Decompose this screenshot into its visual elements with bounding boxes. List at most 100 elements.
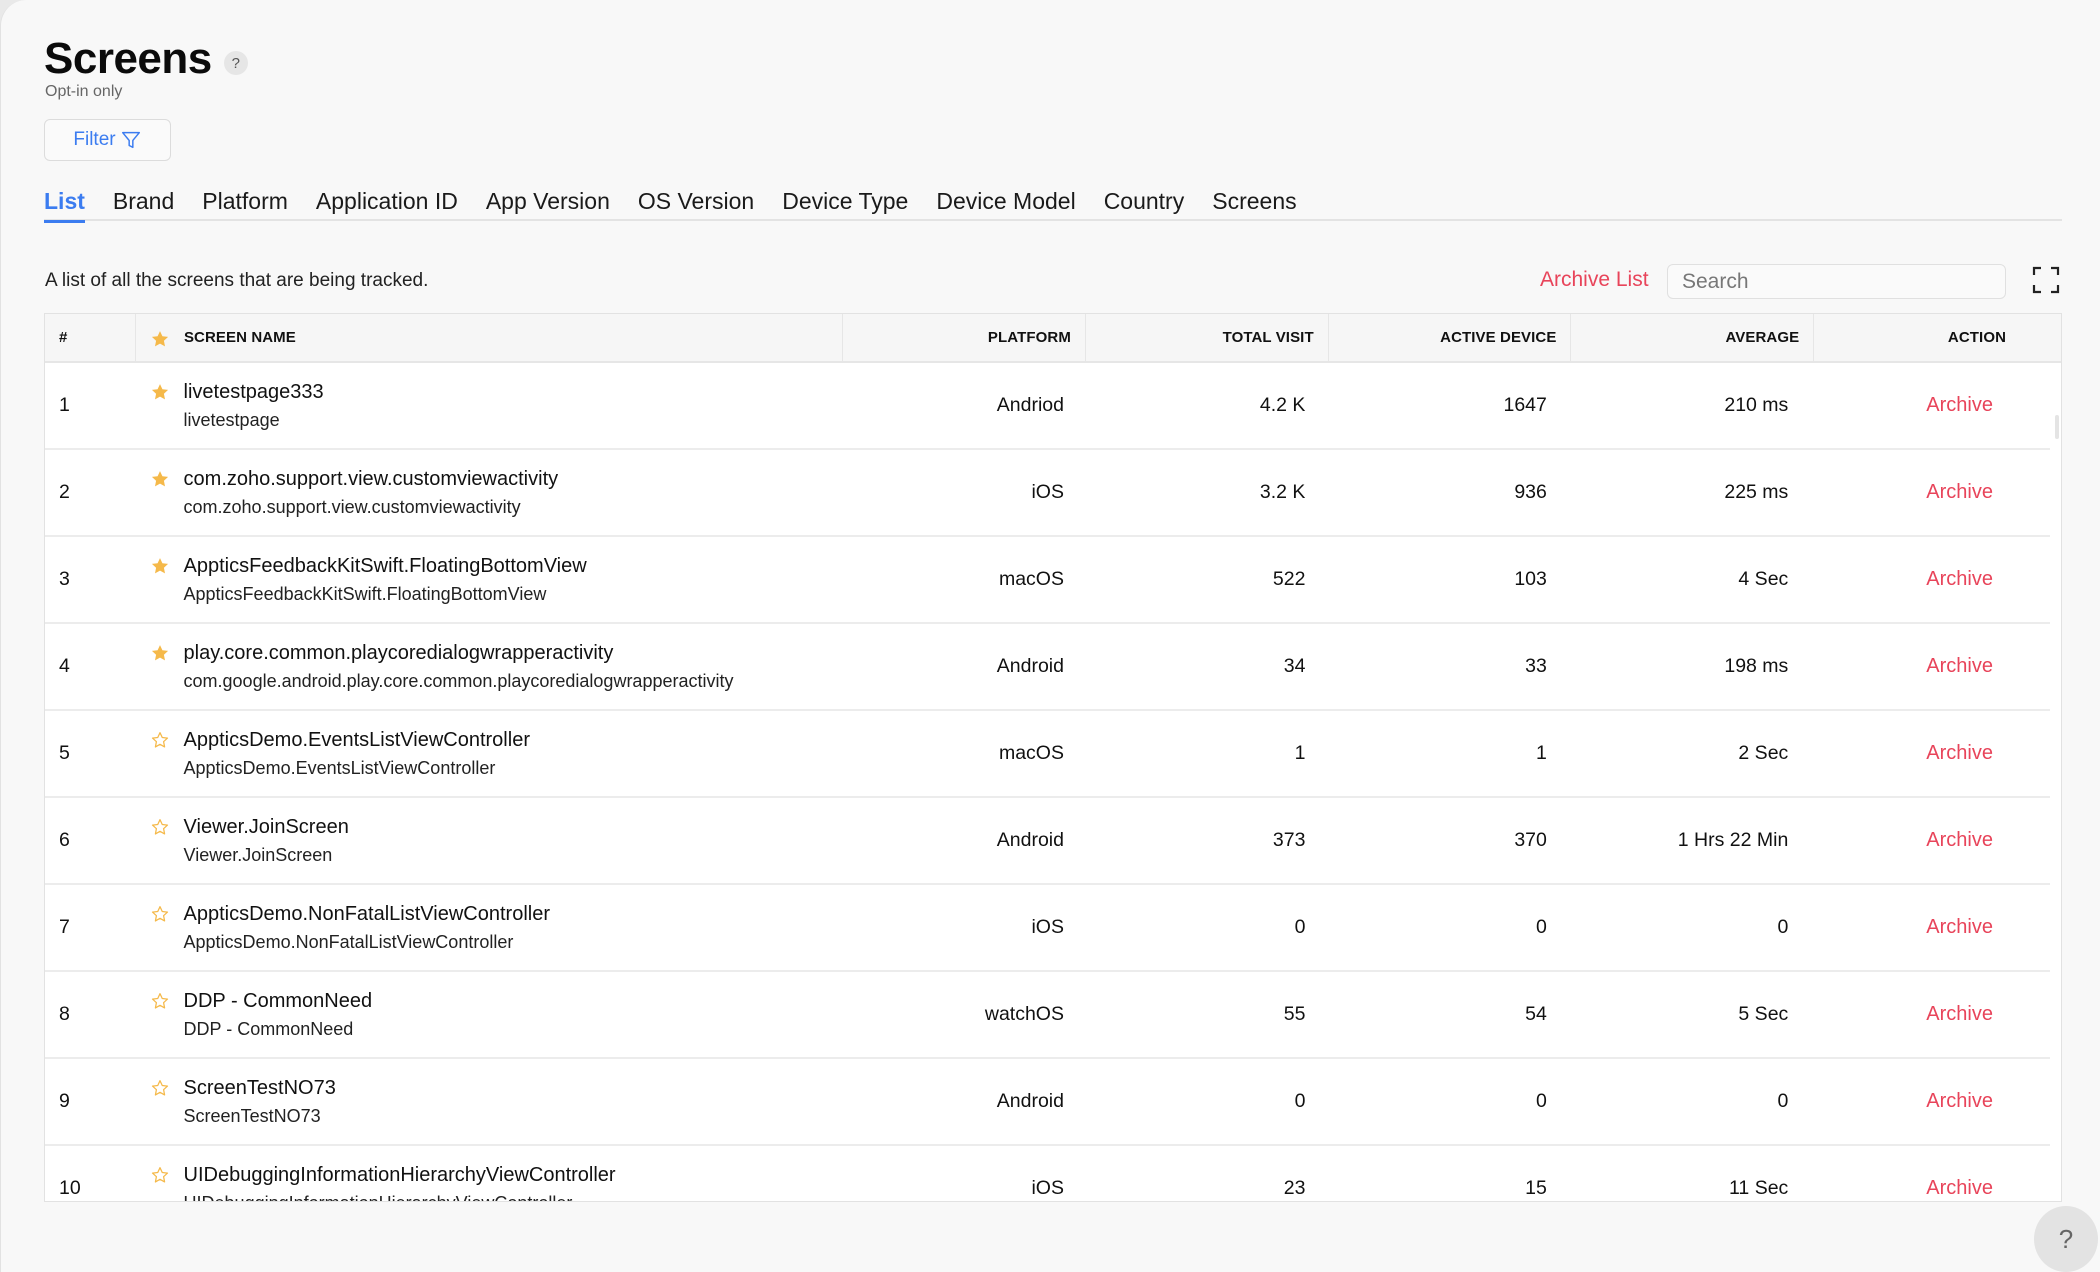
tab-device-type[interactable]: Device Type — [782, 188, 908, 221]
archive-button[interactable]: Archive — [1926, 1003, 1993, 1026]
column-header-platform[interactable]: PLATFORM — [843, 314, 1086, 361]
screen-name[interactable]: com.zoho.support.view.customviewactivity — [184, 467, 559, 491]
archive-button[interactable]: Archive — [1926, 829, 1993, 852]
star-filled-icon[interactable] — [150, 556, 170, 576]
row-number: 5 — [59, 742, 70, 764]
total-visit-cell: 1 — [1294, 742, 1306, 764]
screen-name-cell: play.core.common.playcoredialogwrapperac… — [136, 624, 839, 709]
active-device-cell: 370 — [1514, 829, 1547, 851]
screen-class-name: livetestpage — [183, 410, 280, 430]
table-row[interactable]: 8 DDP - CommonNeed DDP - CommonNeed watchOS… — [45, 972, 2050, 1059]
archive-button[interactable]: Archive — [1926, 1090, 1993, 1113]
archive-button[interactable]: Archive — [1926, 568, 1993, 591]
screen-name[interactable]: AppticsDemo.EventsListViewController — [184, 728, 530, 752]
column-header-screen-name[interactable]: SCREEN NAME — [136, 314, 844, 361]
table-description: A list of all the screens that are being… — [45, 270, 429, 291]
star-filled-icon[interactable] — [150, 643, 170, 663]
screen-class-name: AppticsDemo.EventsListViewController — [183, 758, 496, 778]
screen-names: AppticsDemo.NonFatalListViewController Ap… — [184, 902, 550, 954]
table-row[interactable]: 6 Viewer.JoinScreen Viewer.JoinScreen Andro… — [45, 798, 2050, 885]
table-row[interactable]: 7 AppticsDemo.NonFatalListViewController A… — [45, 885, 2050, 972]
page-title: Screens — [44, 34, 212, 83]
screen-name[interactable]: DDP - CommonNeed — [184, 989, 373, 1013]
screen-name[interactable]: Viewer.JoinScreen — [184, 815, 349, 839]
screen-name-cell: livetestpage333 livetestpage — [136, 363, 839, 448]
archive-button[interactable]: Archive — [1926, 742, 1993, 765]
table-row[interactable]: 4 play.core.common.playcoredialogwrappera… — [45, 624, 2050, 711]
active-device-cell: 15 — [1525, 1177, 1547, 1199]
column-header-active-device[interactable]: ACTIVE DEVICE — [1329, 314, 1572, 361]
table-row[interactable]: 2 com.zoho.support.view.customviewactivit… — [45, 450, 2050, 537]
screen-name[interactable]: AppticsFeedbackKitSwift.FloatingBottomVi… — [184, 554, 587, 578]
tab-brand[interactable]: Brand — [113, 188, 174, 221]
tab-os-version[interactable]: OS Version — [638, 188, 754, 221]
star-outline-icon[interactable] — [150, 991, 170, 1011]
table-row[interactable]: 3 AppticsFeedbackKitSwift.FloatingBottomV… — [45, 537, 2050, 624]
table-scrollbar[interactable] — [2050, 363, 2061, 1201]
tab-screens[interactable]: Screens — [1212, 188, 1296, 221]
table-body: 1 livetestpage333 livetestpage Andriod 4.2 K… — [45, 363, 2050, 1201]
table-row[interactable]: 9 ScreenTestNO73 ScreenTestNO73 Android 0 0 0 A… — [45, 1059, 2050, 1146]
fullscreen-button[interactable] — [2031, 265, 2061, 295]
active-device-cell: 0 — [1536, 1090, 1547, 1112]
column-header-number: # — [45, 314, 136, 361]
action-cell: Archive — [1804, 1059, 2050, 1144]
star-outline-icon[interactable] — [150, 1078, 170, 1098]
tab-list[interactable]: List — [44, 188, 85, 223]
archive-button[interactable]: Archive — [1926, 655, 1993, 678]
screens-table: # SCREEN NAME PLATFORM TOTAL VISIT ACTIV… — [44, 313, 2062, 1202]
table-row[interactable]: 10 UIDebuggingInformationHierarchyViewCon… — [45, 1146, 2050, 1201]
title-row: Screens ? — [44, 34, 248, 84]
tab-application-id[interactable]: Application ID — [316, 188, 458, 221]
column-header-average[interactable]: AVERAGE — [1571, 314, 1815, 361]
screen-name[interactable]: ScreenTestNO73 — [184, 1076, 336, 1100]
archive-button[interactable]: Archive — [1926, 394, 1993, 417]
action-cell: Archive — [1804, 624, 2050, 709]
screen-name[interactable]: UIDebuggingInformationHierarchyViewContr… — [184, 1163, 616, 1187]
screen-names: livetestpage333 livetestpage — [184, 380, 324, 432]
archive-button[interactable]: Archive — [1926, 1177, 1993, 1200]
archive-button[interactable]: Archive — [1926, 916, 1993, 939]
star-outline-icon[interactable] — [150, 817, 170, 837]
tab-app-version[interactable]: App Version — [486, 188, 610, 221]
screen-names: play.core.common.playcoredialogwrapperac… — [184, 641, 734, 693]
screen-class-name: AppticsDemo.NonFatalListViewController — [183, 932, 514, 952]
row-number: 10 — [59, 1177, 81, 1199]
scrollbar-thumb[interactable] — [2055, 415, 2059, 439]
help-fab-button[interactable]: ? — [2034, 1206, 2098, 1272]
row-number: 2 — [59, 481, 70, 503]
star-outline-icon[interactable] — [150, 730, 170, 750]
tab-country[interactable]: Country — [1104, 188, 1185, 221]
screen-name[interactable]: AppticsDemo.NonFatalListViewController — [184, 902, 550, 926]
screen-names: UIDebuggingInformationHierarchyViewContr… — [184, 1163, 616, 1201]
archive-list-link[interactable]: Archive List — [1540, 268, 1649, 292]
tab-platform[interactable]: Platform — [202, 188, 288, 221]
screen-name[interactable]: livetestpage333 — [184, 380, 324, 404]
screen-names: Viewer.JoinScreen Viewer.JoinScreen — [184, 815, 349, 867]
screen-name-cell: AppticsDemo.EventsListViewController Appt… — [136, 711, 839, 796]
tab-device-model[interactable]: Device Model — [936, 188, 1075, 221]
help-icon[interactable]: ? — [223, 51, 248, 75]
table-row[interactable]: 1 livetestpage333 livetestpage Andriod 4.2 K… — [45, 363, 2050, 450]
archive-button[interactable]: Archive — [1926, 481, 1993, 504]
table-row[interactable]: 5 AppticsDemo.EventsListViewController App… — [45, 711, 2050, 798]
total-visit-cell: 23 — [1283, 1177, 1306, 1199]
search-input[interactable] — [1667, 264, 2006, 299]
screen-name[interactable]: play.core.common.playcoredialogwrapperac… — [184, 641, 734, 665]
star-filled-icon[interactable] — [150, 382, 170, 402]
platform-cell: iOS — [1031, 481, 1064, 503]
column-header-total-visit[interactable]: TOTAL VISIT — [1086, 314, 1329, 361]
star-filled-icon[interactable] — [150, 469, 170, 489]
action-cell: Archive — [1804, 885, 2050, 970]
screen-name-cell: com.zoho.support.view.customviewactivity… — [136, 450, 839, 535]
row-number: 1 — [59, 394, 70, 416]
star-outline-icon[interactable] — [150, 1165, 170, 1185]
total-visit-cell: 4.2 K — [1259, 394, 1306, 416]
fullscreen-icon — [2032, 266, 2060, 294]
table-header: # SCREEN NAME PLATFORM TOTAL VISIT ACTIV… — [45, 314, 2061, 363]
action-cell: Archive — [1804, 537, 2050, 622]
column-header-action: ACTION — [1947, 329, 2007, 346]
filter-button[interactable]: Filter — [44, 119, 171, 161]
star-outline-icon[interactable] — [150, 904, 170, 924]
average-cell: 210 ms — [1724, 394, 1789, 416]
